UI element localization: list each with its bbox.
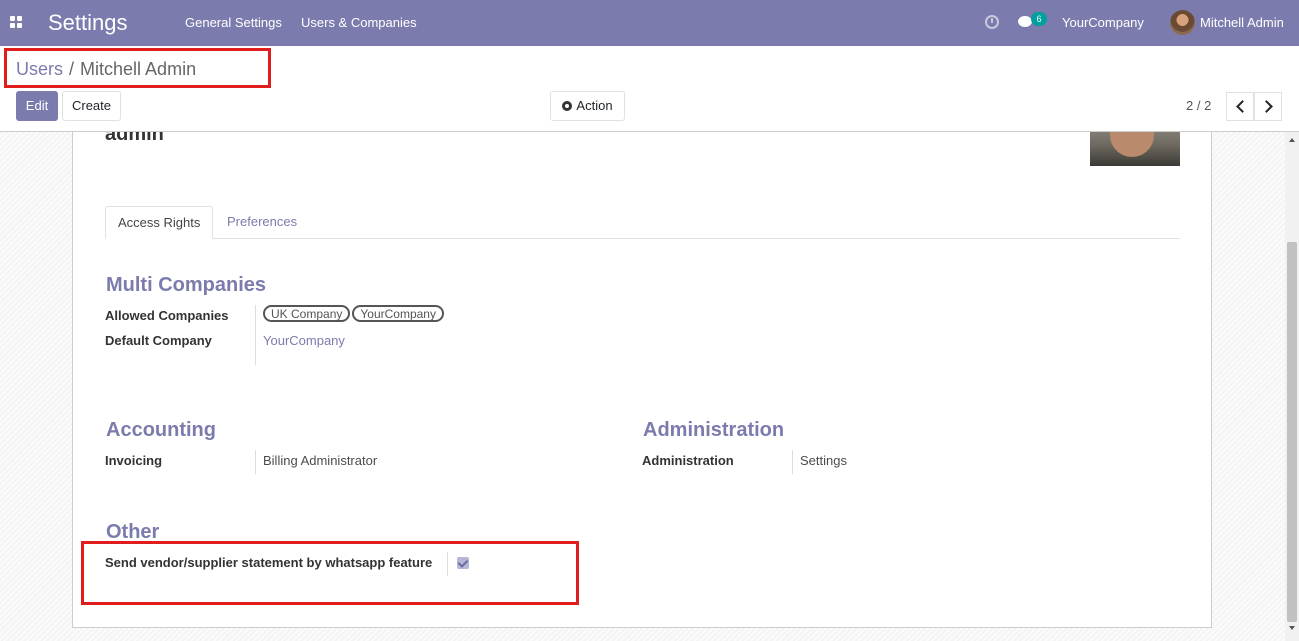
default-company-label: Default Company	[105, 333, 212, 348]
breadcrumb-current: Mitchell Admin	[80, 59, 197, 79]
tab-preferences[interactable]: Preferences	[215, 206, 309, 239]
create-button[interactable]: Create	[62, 91, 121, 121]
form-content-area[interactable]: admin Access Rights Preferences Multi Co…	[0, 132, 1299, 641]
top-navbar: Settings General Settings Users & Compan…	[0, 0, 1299, 46]
activity-clock-icon[interactable]	[985, 15, 999, 29]
company-tag[interactable]: YourCompany	[352, 305, 444, 322]
scroll-up-arrow-icon[interactable]	[1289, 138, 1295, 142]
field-divider	[447, 552, 448, 576]
company-switcher[interactable]: YourCompany	[1062, 15, 1144, 30]
action-label: Action	[576, 98, 613, 113]
administration-value[interactable]: Settings	[800, 453, 847, 468]
chat-count-badge: 6	[1031, 12, 1047, 26]
form-sheet: admin Access Rights Preferences Multi Co…	[72, 132, 1212, 628]
invoicing-label: Invoicing	[105, 453, 163, 468]
control-panel: Users / Mitchell Admin Edit Create Actio…	[0, 46, 1299, 132]
default-company-link[interactable]: YourCompany	[263, 333, 345, 348]
chevron-right-icon	[1260, 100, 1273, 113]
action-button[interactable]: Action	[550, 91, 625, 121]
vertical-scrollbar[interactable]	[1285, 132, 1299, 641]
chevron-left-icon	[1236, 100, 1249, 113]
company-tag[interactable]: UK Company	[263, 305, 351, 322]
tab-access-rights[interactable]: Access Rights	[105, 206, 214, 239]
user-menu[interactable]: Mitchell Admin	[1200, 15, 1284, 30]
menu-users-companies[interactable]: Users & Companies	[301, 15, 417, 30]
scroll-down-arrow-icon[interactable]	[1289, 626, 1295, 630]
breadcrumb-users-link[interactable]: Users	[16, 59, 63, 80]
pager-previous-button[interactable]	[1226, 92, 1254, 121]
avatar[interactable]	[1170, 10, 1195, 35]
allowed-companies-label: Allowed Companies	[105, 308, 229, 323]
app-title[interactable]: Settings	[48, 10, 128, 36]
menu-general-settings[interactable]: General Settings	[185, 15, 282, 30]
section-administration: Administration	[643, 419, 785, 441]
edit-button[interactable]: Edit	[16, 91, 58, 121]
notebook-tabs: Access Rights Preferences	[105, 206, 1180, 239]
pager-next-button[interactable]	[1254, 92, 1282, 121]
whatsapp-feature-label: Send vendor/supplier statement by whatsa…	[105, 555, 433, 570]
section-multi-companies: Multi Companies	[106, 274, 267, 296]
pager-value[interactable]: 2 / 2	[1186, 98, 1211, 113]
administration-label: Administration	[642, 453, 734, 468]
highlight-box-whatsapp	[81, 541, 579, 605]
chat-icon[interactable]	[1018, 16, 1032, 27]
user-photo[interactable]	[1090, 132, 1180, 166]
section-accounting: Accounting	[106, 419, 216, 441]
breadcrumb-separator: /	[69, 59, 75, 79]
field-divider	[792, 450, 793, 474]
allowed-companies-tags[interactable]: UK Company YourCompany	[263, 305, 446, 322]
user-login: admin	[105, 132, 164, 145]
scrollbar-thumb[interactable]	[1287, 242, 1297, 622]
breadcrumb: Users / Mitchell Admin	[16, 59, 196, 80]
whatsapp-feature-checkbox[interactable]	[457, 557, 469, 569]
apps-menu-icon[interactable]	[10, 16, 22, 28]
field-divider	[255, 305, 256, 365]
field-divider	[255, 450, 256, 474]
invoicing-value[interactable]: Billing Administrator	[263, 453, 377, 468]
gear-icon	[562, 101, 573, 111]
